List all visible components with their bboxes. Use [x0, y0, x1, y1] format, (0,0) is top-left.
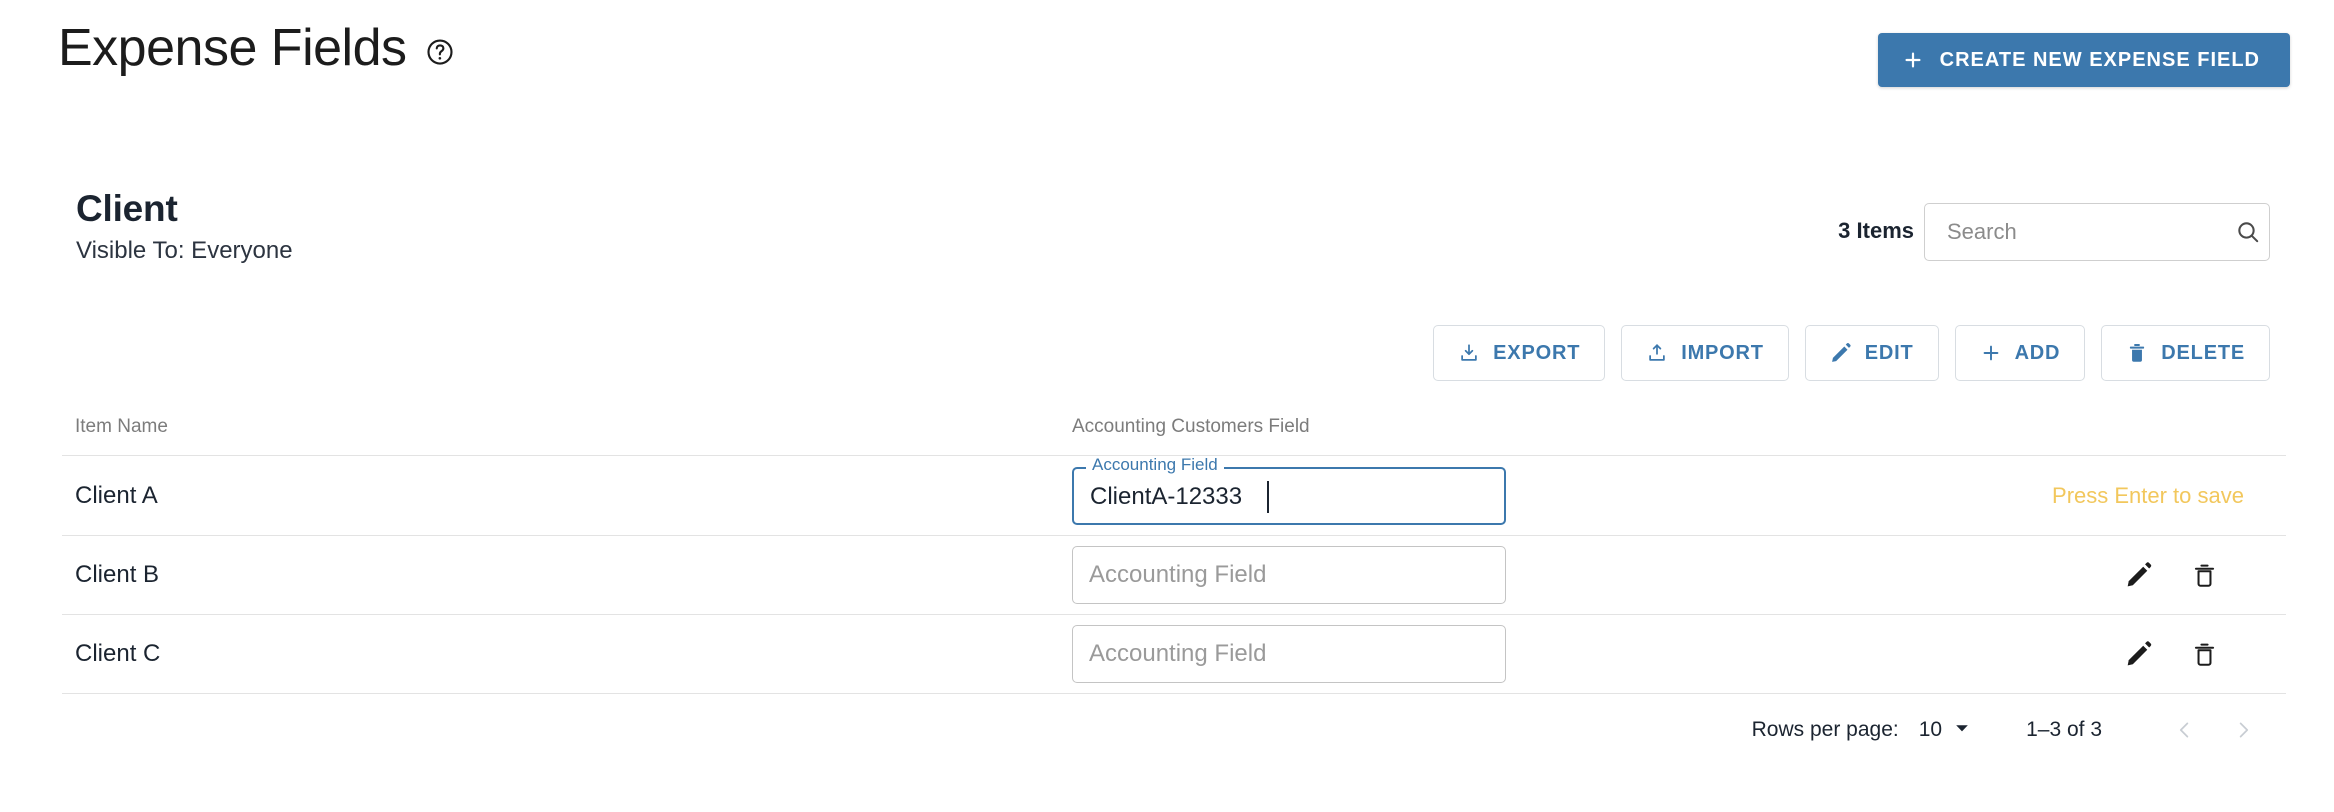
search-input[interactable] — [1947, 219, 2235, 245]
edit-label: EDIT — [1864, 341, 1914, 364]
rows-per-page-label: Rows per page: — [1751, 718, 1899, 741]
section-visibility: Visible To: Everyone — [76, 236, 293, 264]
import-button[interactable]: IMPORT — [1621, 325, 1789, 381]
row-item-name: Client B — [75, 561, 160, 588]
row-delete-button[interactable] — [2191, 641, 2218, 668]
accounting-field-wrapper[interactable] — [1072, 546, 1506, 604]
page-title-group: Expense Fields — [58, 22, 455, 74]
chevron-left-icon — [2174, 722, 2196, 744]
add-button[interactable]: ADD — [1954, 325, 2086, 381]
export-button[interactable]: EXPORT — [1433, 325, 1606, 381]
pencil-icon — [1830, 342, 1852, 364]
import-label: IMPORT — [1681, 341, 1764, 364]
items-count: 3 Items — [1838, 218, 1914, 243]
previous-page-button[interactable] — [2156, 719, 2214, 741]
column-header-item-name: Item Name — [75, 415, 168, 437]
plus-icon — [1902, 49, 1924, 71]
upload-icon — [1646, 342, 1668, 364]
rows-per-page-value: 10 — [1918, 718, 1943, 741]
pencil-icon — [2125, 561, 2153, 589]
pagination-range-label: 1–3 of 3 — [2026, 718, 2102, 741]
row-delete-button[interactable] — [2191, 562, 2218, 589]
download-icon — [1458, 342, 1480, 364]
table-row[interactable]: Client B — [62, 536, 2286, 615]
search-box[interactable] — [1924, 203, 2270, 261]
rows-per-page-select[interactable]: 10 — [1919, 718, 1970, 742]
chevron-down-icon — [1954, 718, 1970, 742]
text-cursor — [1267, 480, 1269, 513]
column-header-accounting-customers-field: Accounting Customers Field — [1072, 415, 1310, 437]
table-header-row: Item Name Accounting Customers Field — [62, 398, 2286, 456]
trash-icon — [2126, 342, 2148, 364]
page-title: Expense Fields — [58, 19, 407, 77]
create-new-expense-field-label: CREATE NEW EXPENSE FIELD — [1939, 48, 2260, 71]
section-title: Client — [76, 188, 178, 229]
delete-label: DELETE — [2161, 341, 2245, 364]
table-row[interactable]: Client C — [62, 615, 2286, 694]
delete-button[interactable]: DELETE — [2101, 325, 2270, 381]
row-item-name: Client C — [75, 640, 161, 667]
create-new-expense-field-button[interactable]: CREATE NEW EXPENSE FIELD — [1877, 33, 2290, 87]
expense-fields-table: Item Name Accounting Customers Field Cli… — [62, 398, 2286, 694]
press-enter-to-save-hint: Press Enter to save — [2052, 482, 2244, 508]
accounting-field-input[interactable] — [1072, 546, 1506, 604]
plus-icon — [1980, 342, 2002, 364]
edit-button[interactable]: EDIT — [1804, 325, 1939, 381]
table-action-buttons: EXPORT IMPORT EDIT ADD DELETE — [1433, 325, 2270, 381]
row-item-name: Client A — [75, 481, 158, 509]
next-page-button[interactable] — [2214, 719, 2272, 741]
expense-fields-page: Expense Fields CREATE NEW EXPENSE FIELD … — [0, 0, 2334, 812]
table-pagination: Rows per page: 10 1–3 of 3 — [1752, 718, 2272, 742]
accounting-field-wrapper[interactable]: Accounting Field — [1072, 455, 1506, 525]
section-header: Client Visible To: Everyone — [76, 188, 293, 265]
row-edit-button[interactable] — [2125, 640, 2153, 668]
search-icon[interactable] — [2235, 219, 2261, 245]
trash-icon — [2191, 641, 2218, 668]
pencil-icon — [2125, 640, 2153, 668]
accounting-field-input[interactable] — [1072, 625, 1506, 683]
help-circle-icon[interactable] — [425, 37, 455, 67]
trash-icon — [2191, 562, 2218, 589]
chevron-right-icon — [2232, 722, 2254, 744]
accounting-field-wrapper[interactable] — [1072, 625, 1506, 683]
row-edit-button[interactable] — [2125, 561, 2153, 589]
table-row[interactable]: Client A Accounting Field Press Enter to… — [62, 455, 2286, 536]
accounting-field-input[interactable] — [1072, 466, 1506, 525]
page-header: Expense Fields CREATE NEW EXPENSE FIELD — [0, 0, 2334, 110]
add-label: ADD — [2014, 341, 2061, 364]
export-label: EXPORT — [1493, 341, 1581, 364]
